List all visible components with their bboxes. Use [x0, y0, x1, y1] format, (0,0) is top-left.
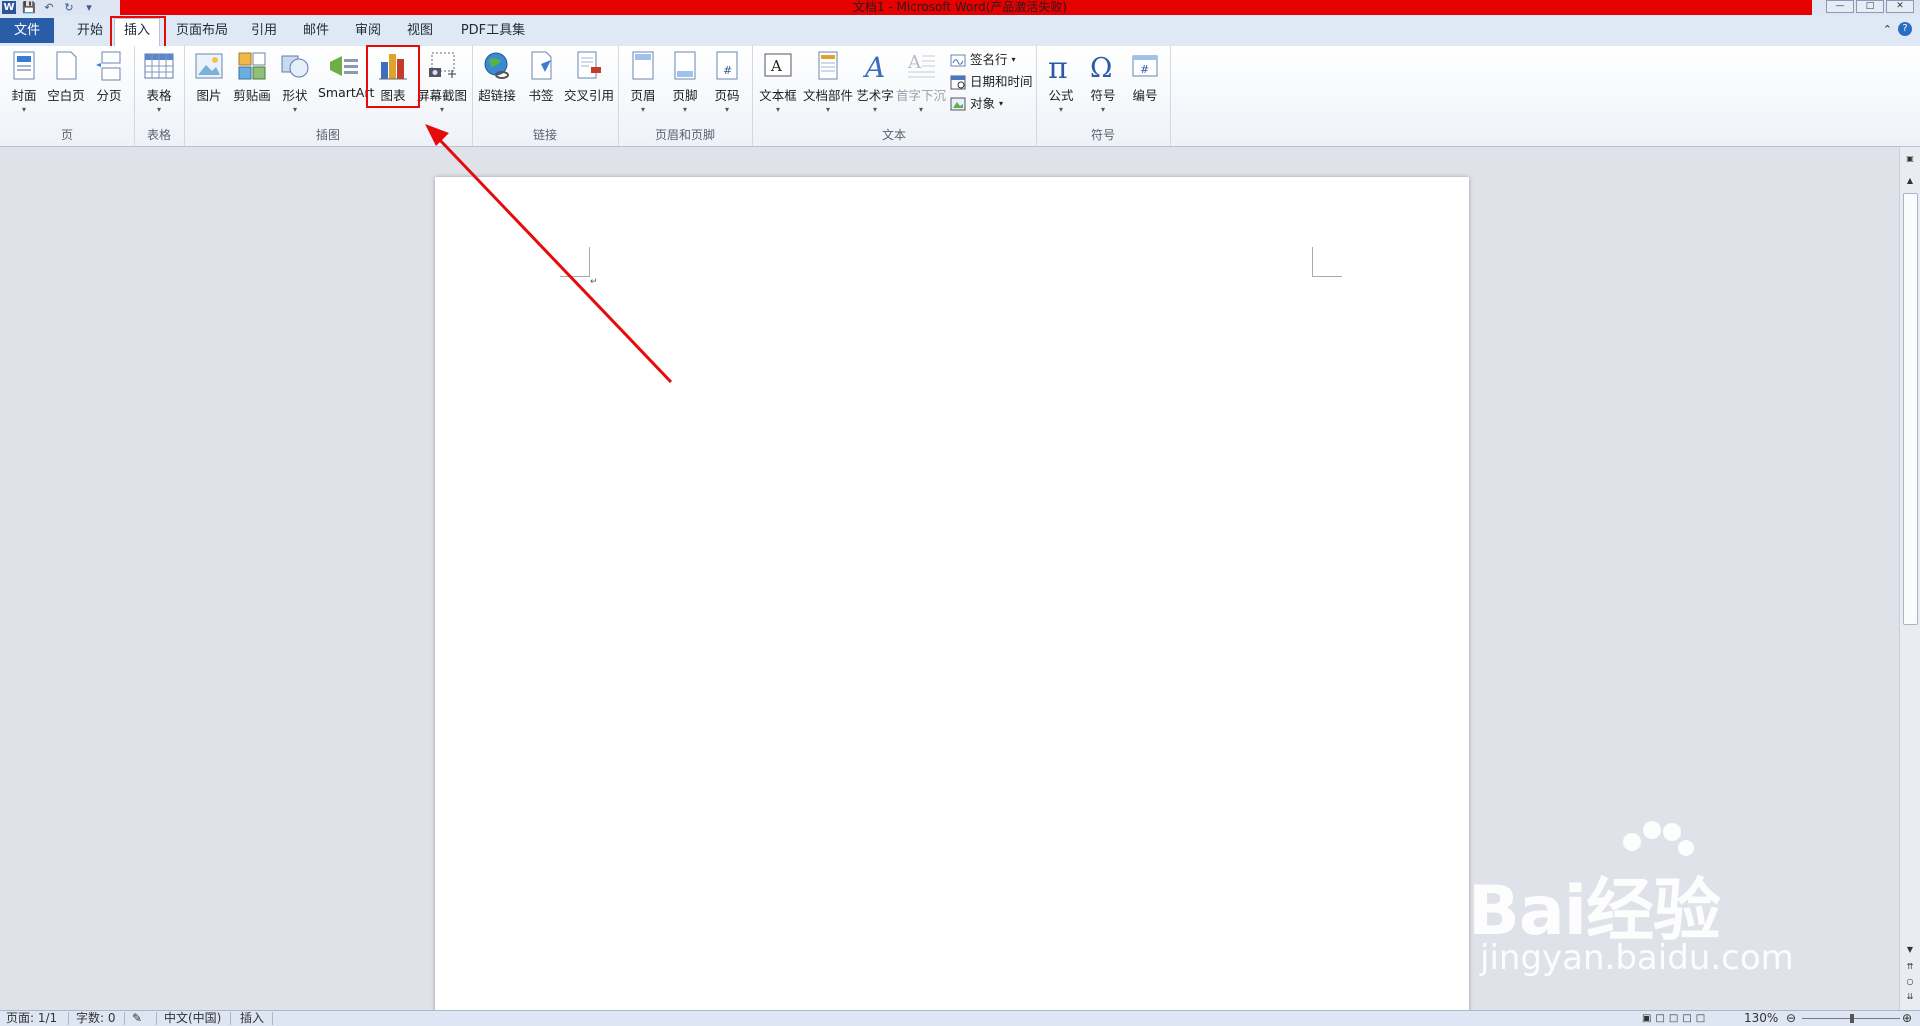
status-divider — [156, 1012, 157, 1025]
status-divider — [124, 1012, 125, 1025]
status-page[interactable]: 页面: 1/1 — [6, 1011, 57, 1026]
scroll-down-icon[interactable]: ▼ — [1903, 944, 1917, 956]
status-divider — [68, 1012, 69, 1025]
status-language[interactable]: 中文(中国) — [164, 1011, 221, 1026]
proofing-icon[interactable]: ✎ — [132, 1011, 142, 1026]
zoom-in-icon[interactable]: ⊕ — [1902, 1011, 1912, 1026]
previous-page-icon[interactable]: ⇈ — [1903, 961, 1917, 973]
next-page-icon[interactable]: ⇊ — [1903, 991, 1917, 1003]
zoom-slider-thumb[interactable] — [1850, 1014, 1854, 1023]
status-word-count[interactable]: 字数: 0 — [76, 1011, 116, 1026]
ruler-toggle-icon[interactable]: ▣ — [1903, 153, 1917, 165]
zoom-out-icon[interactable]: ⊖ — [1786, 1011, 1796, 1026]
scroll-up-icon[interactable]: ▲ — [1903, 175, 1917, 187]
scroll-thumb[interactable] — [1903, 193, 1918, 625]
view-buttons-icon[interactable]: ▣□□□□ — [1642, 1011, 1709, 1026]
watermark-url: jingyan.baidu.com — [1480, 938, 1794, 978]
status-zoom-level[interactable]: 130% — [1744, 1011, 1778, 1026]
vertical-scrollbar[interactable]: ▣ ▲ ▼ ⇈ ○ ⇊ — [1899, 147, 1920, 1010]
status-divider — [230, 1012, 231, 1025]
status-bar: 页面: 1/1 字数: 0 ✎ 中文(中国) 插入 ▣□□□□ 130% ⊖ ⊕ — [0, 1010, 1920, 1026]
status-insert-mode[interactable]: 插入 — [240, 1011, 264, 1026]
browse-object-icon[interactable]: ○ — [1903, 976, 1917, 988]
status-divider — [272, 1012, 273, 1025]
baidu-watermark: Bai经验 jingyan.baidu.com — [1468, 820, 1828, 980]
